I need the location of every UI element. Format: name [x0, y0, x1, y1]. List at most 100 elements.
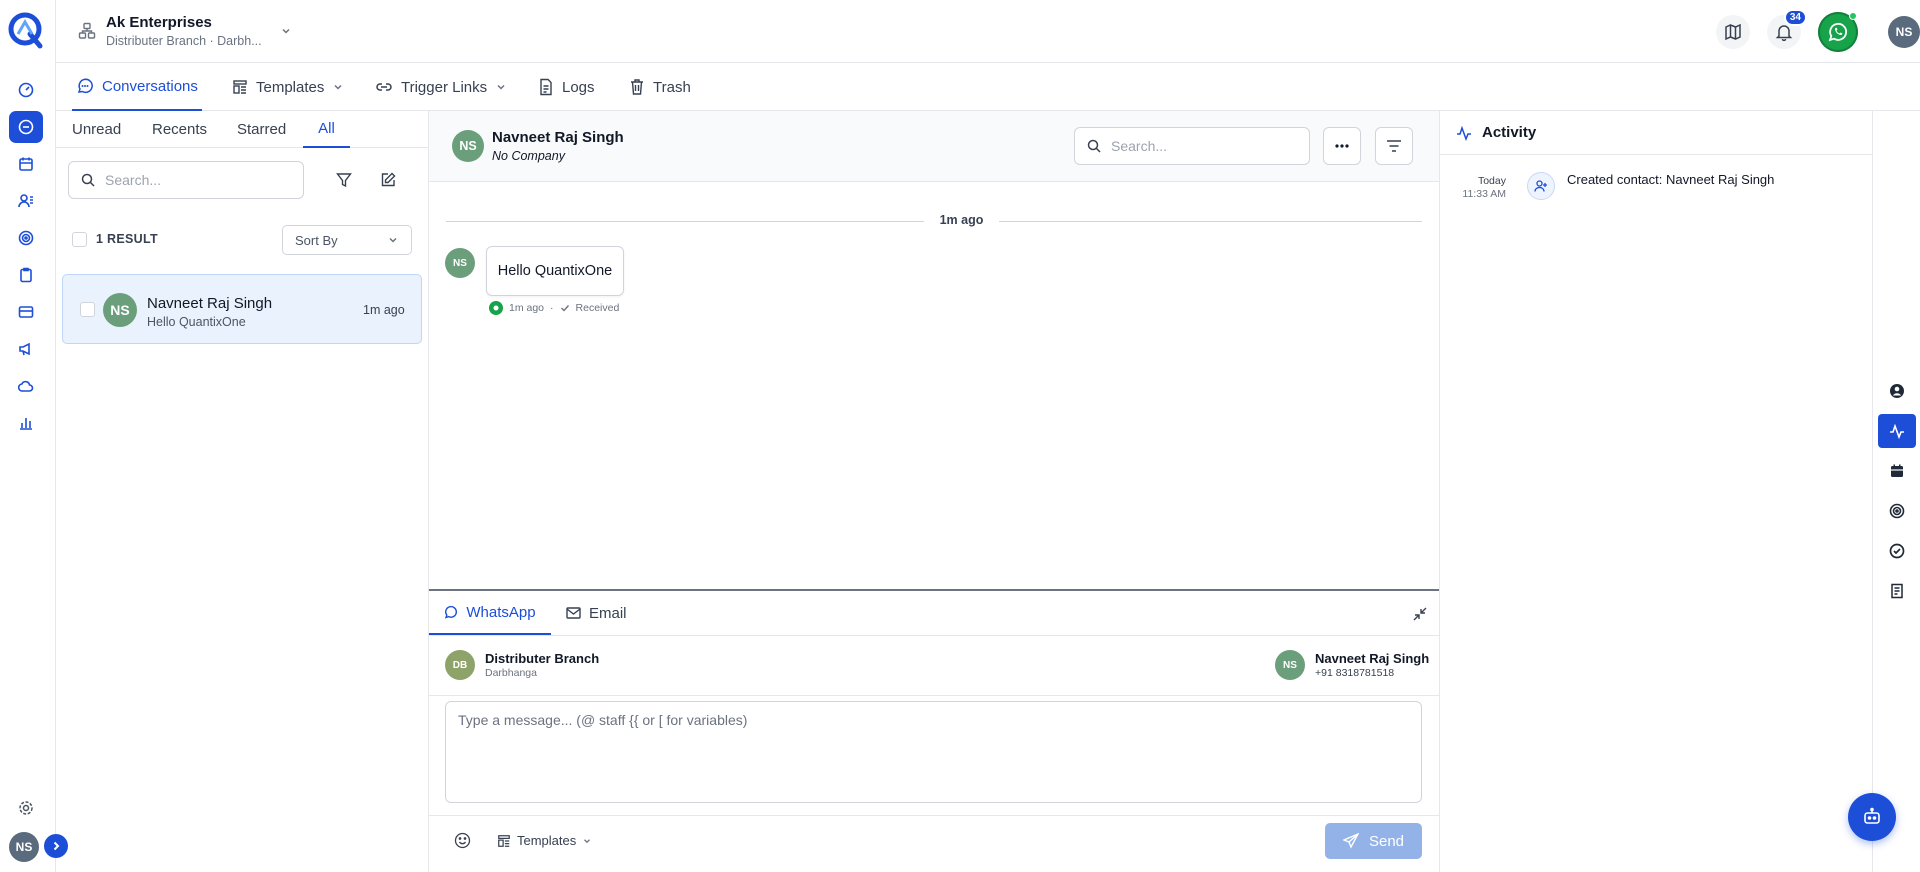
add-user-icon [1527, 172, 1555, 200]
payments-icon[interactable] [9, 296, 43, 328]
task-check-icon[interactable] [1878, 534, 1916, 568]
conversation-time: 1m ago [363, 303, 405, 317]
user-avatar[interactable]: NS [9, 832, 39, 862]
pulse-icon [1456, 125, 1472, 141]
activity-text: Created contact: Navneet Raj Singh [1567, 172, 1775, 187]
sender-name[interactable]: Distributer Branch [485, 651, 599, 666]
chat-filter-button[interactable] [1375, 127, 1413, 165]
sort-by-dropdown[interactable]: Sort By [282, 225, 412, 255]
megaphone-icon[interactable] [9, 333, 43, 365]
sender-sub: Darbhanga [485, 667, 537, 679]
insert-template-button[interactable]: Templates [497, 833, 592, 848]
conversation-contact-name: Navneet Raj Singh [147, 295, 273, 312]
search-placeholder: Search... [105, 172, 162, 188]
filter-tab-all[interactable]: All [303, 111, 350, 148]
ai-assistant-button[interactable] [1848, 793, 1896, 841]
filter-tab-starred[interactable]: Starred [237, 111, 286, 148]
chat-header: NS Navneet Raj Singh No Company Search..… [429, 111, 1439, 182]
recipient-name[interactable]: Navneet Raj Singh [1315, 651, 1429, 666]
chevron-down-icon [332, 81, 344, 93]
top-bar: Ak Enterprises Distributer Branch · Darb… [56, 0, 1920, 63]
expand-sidebar-button[interactable] [44, 834, 68, 858]
target-icon[interactable] [9, 222, 43, 254]
whatsapp-status-button[interactable] [1818, 12, 1858, 52]
edit-icon [380, 172, 396, 188]
tab-label: Logs [562, 78, 595, 96]
composer-divider [429, 815, 1439, 816]
chat-contact-name[interactable]: Navneet Raj Singh [492, 129, 624, 146]
mail-icon [566, 607, 581, 619]
send-label: Send [1368, 832, 1405, 850]
filter-lines-icon [1386, 139, 1402, 153]
tab-conversations[interactable]: Conversations [72, 63, 202, 111]
message-composer: WhatsApp Email DB Distributer Branch Dar… [429, 589, 1439, 872]
app-logo-icon[interactable] [6, 10, 46, 50]
conversation-checkbox[interactable] [80, 302, 95, 317]
tab-logs[interactable]: Logs [538, 63, 595, 111]
template-icon [497, 834, 511, 848]
contacts-icon[interactable] [9, 185, 43, 217]
filter-tab-unread[interactable]: Unread [72, 111, 121, 148]
more-options-button[interactable] [1323, 127, 1361, 165]
whatsapp-icon [489, 301, 503, 315]
new-conversation-button[interactable] [373, 165, 403, 195]
notes-icon[interactable] [1878, 574, 1916, 608]
contact-profile-icon[interactable] [1878, 374, 1916, 408]
target-icon[interactable] [1878, 494, 1916, 528]
filter-tabs: Unread Recents Starred All [56, 111, 429, 148]
emoji-icon[interactable] [454, 832, 471, 849]
settings-icon[interactable] [9, 792, 43, 824]
profile-avatar[interactable]: NS [1888, 16, 1920, 48]
tab-label: Trigger Links [401, 78, 488, 96]
tab-trigger-links[interactable]: Trigger Links [375, 63, 507, 111]
select-all-checkbox[interactable] [72, 232, 87, 247]
composer-divider [429, 695, 1439, 696]
online-status-dot [1849, 12, 1857, 20]
separator-dot: · [550, 302, 554, 314]
message-time: 1m ago [509, 302, 545, 314]
filter-tab-recents[interactable]: Recents [152, 111, 207, 148]
trash-icon [629, 78, 645, 96]
search-icon [81, 173, 95, 187]
reports-icon[interactable] [9, 407, 43, 439]
collapse-composer-icon[interactable] [1413, 607, 1427, 621]
chat-search-input[interactable]: Search... [1074, 127, 1310, 165]
bot-icon [1862, 807, 1882, 827]
chevron-down-icon [582, 836, 592, 846]
message-sender-avatar: NS [445, 248, 475, 278]
activity-time: 11:33 AM [1462, 188, 1506, 200]
sort-label: Sort By [295, 232, 338, 248]
dashboard-icon[interactable] [9, 74, 43, 106]
message-bubble[interactable]: Hello QuantixOne [486, 246, 624, 296]
send-button[interactable]: Send [1325, 823, 1422, 859]
sender-avatar: DB [445, 650, 475, 680]
activity-date: Today [1477, 175, 1506, 187]
conversations-icon[interactable] [9, 111, 43, 143]
chevron-down-icon [387, 234, 399, 246]
tab-trash[interactable]: Trash [629, 63, 691, 111]
calendar-icon[interactable] [1878, 454, 1916, 488]
branch-name: Distributer Branch · Darbh... [106, 34, 262, 48]
message-input[interactable]: Type a message... (@ staff {{ or [ for v… [445, 701, 1422, 803]
contact-avatar: NS [103, 293, 137, 327]
clipboard-icon[interactable] [9, 259, 43, 291]
cloud-icon[interactable] [9, 370, 43, 402]
tab-label: Email [589, 604, 627, 622]
notifications-button[interactable]: 34 [1767, 9, 1807, 49]
search-placeholder: Search... [1111, 138, 1168, 154]
message-placeholder: Type a message... (@ staff {{ or [ for v… [458, 712, 748, 728]
conversation-list-item[interactable]: NS Navneet Raj Singh Hello QuantixOne 1m… [62, 274, 422, 344]
map-button[interactable] [1716, 15, 1750, 49]
activity-pane: Activity Today 11:33 AM Created contact:… [1439, 111, 1873, 872]
activity-pulse-icon[interactable] [1878, 414, 1916, 448]
calendar-icon[interactable] [9, 148, 43, 180]
chat-contact-avatar[interactable]: NS [452, 130, 484, 162]
composer-tab-whatsapp[interactable]: WhatsApp [429, 591, 551, 635]
composer-tab-email[interactable]: Email [566, 591, 627, 635]
message-status: Received [575, 302, 620, 314]
conversation-list-pane: Unread Recents Starred All Search... 1 R… [56, 111, 429, 872]
organization-switcher[interactable]: Ak Enterprises Distributer Branch · Darb… [78, 14, 292, 48]
conversation-search-input[interactable]: Search... [68, 161, 304, 199]
tab-templates[interactable]: Templates [232, 63, 344, 111]
filter-button[interactable] [329, 165, 359, 195]
